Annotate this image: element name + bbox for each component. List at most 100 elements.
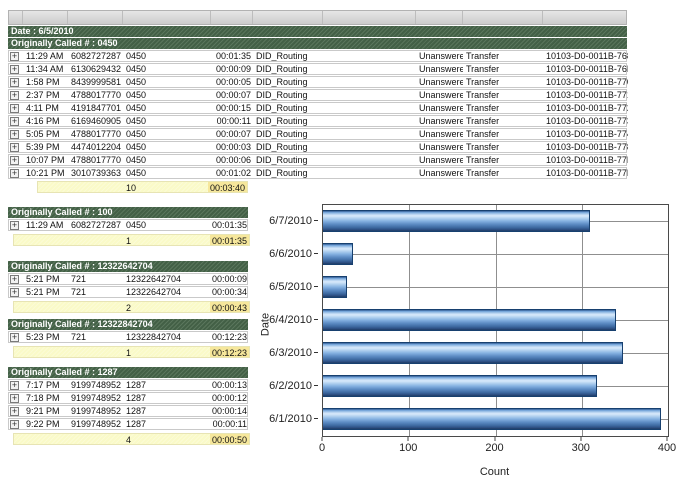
horizontal-gridline — [323, 287, 668, 288]
cell-called: 0450 — [123, 103, 211, 113]
expand-plus-icon[interactable]: + — [10, 221, 19, 230]
y-tick-mark — [314, 286, 318, 287]
cell-duration: 00:00:14 — [211, 406, 249, 416]
cell-answered: Unanswered — [416, 64, 463, 74]
expand-cell: + — [9, 220, 23, 230]
expand-plus-icon[interactable]: + — [10, 78, 19, 87]
cell-called: 0450 — [123, 90, 211, 100]
y-tick-mark — [314, 253, 318, 254]
cell-global-call-id: 10103-D0-0011B-771 — [543, 90, 628, 100]
cell-time: 5:21 PM — [23, 287, 68, 297]
cell-calling-party: 721 — [68, 332, 123, 342]
cell-acd-name: DID_Routing — [253, 51, 323, 61]
ytick-row: 6/3/2010 — [250, 336, 318, 369]
group-summary-row: 1 00:12:23 — [13, 346, 250, 358]
column-header — [463, 11, 543, 24]
table-row[interactable]: + 9:22 PM 9199748952 1287 00:00:11 — [8, 418, 248, 430]
cell-time: 5:39 PM — [23, 142, 68, 152]
cell-calling-party: 9199748952 — [68, 406, 123, 416]
table-row[interactable]: + 11:29 AM 6082727287 0450 00:01:35 DID_… — [8, 50, 627, 62]
table-row[interactable]: + 5:39 PM 4474012204 0450 00:00:03 DID_R… — [8, 141, 627, 153]
table-row[interactable]: + 4:11 PM 4191847701 0450 00:00:15 DID_R… — [8, 102, 627, 114]
cell-agent — [323, 77, 416, 87]
group-summary-row: 2 00:00:43 — [13, 301, 250, 313]
table-row[interactable]: + 11:29 AM 6082727287 0450 00:01:35 — [8, 219, 248, 231]
table-row[interactable]: + 9:21 PM 9199748952 1287 00:00:14 — [8, 405, 248, 417]
ytick-row: 6/7/2010 — [250, 204, 318, 237]
cell-answered: Unanswered — [416, 51, 463, 61]
table-row[interactable]: + 10:07 PM 4788017770 0450 00:00:06 DID_… — [8, 154, 627, 166]
expand-plus-icon[interactable]: + — [10, 381, 19, 390]
expand-plus-icon[interactable]: + — [10, 394, 19, 403]
expand-plus-icon[interactable]: + — [10, 420, 19, 429]
expand-plus-icon[interactable]: + — [10, 156, 19, 165]
called-group-row: Originally Called # : 0450 — [8, 38, 627, 49]
table-row[interactable]: + 10:21 PM 3010739363 0450 00:01:02 DID_… — [8, 167, 627, 179]
expand-plus-icon[interactable]: + — [10, 65, 19, 74]
table-row[interactable]: + 5:05 PM 4788017770 0450 00:00:07 DID_R… — [8, 128, 627, 140]
table-row[interactable]: + 1:58 PM 8439999581 0450 00:00:05 DID_R… — [8, 76, 627, 88]
group-header-label: Originally Called # : 12322842704 — [8, 319, 153, 329]
date-group-label: Date : 6/5/2010 — [8, 26, 74, 36]
expand-cell: + — [9, 103, 23, 113]
bar-6/6/2010 — [323, 243, 353, 265]
cell-duration: 00:00:11 — [211, 116, 253, 126]
column-header — [416, 11, 463, 24]
table-row[interactable]: + 5:21 PM 721 12322642704 00:00:09 — [8, 273, 248, 285]
expand-plus-icon[interactable]: + — [10, 91, 19, 100]
ytick-row: 6/5/2010 — [250, 270, 318, 303]
cell-called: 0450 — [123, 168, 211, 178]
horizontal-gridline — [323, 254, 668, 255]
cell-called: 1287 — [123, 419, 211, 429]
cell-calling-party: 6169460905 — [68, 116, 123, 126]
cell-acd-name: DID_Routing — [253, 90, 323, 100]
cell-answered: Unanswered — [416, 90, 463, 100]
group-summary-row: 1 00:01:35 — [13, 234, 250, 246]
expand-cell: + — [9, 129, 23, 139]
cell-agent — [323, 129, 416, 139]
cell-action: Transfer — [463, 77, 543, 87]
cell-acd-name: DID_Routing — [253, 116, 323, 126]
expand-plus-icon[interactable]: + — [10, 275, 19, 284]
expand-plus-icon[interactable]: + — [10, 117, 19, 126]
expand-plus-icon[interactable]: + — [10, 407, 19, 416]
cell-acd-name: DID_Routing — [253, 103, 323, 113]
cell-called: 0450 — [123, 142, 211, 152]
table-row[interactable]: + 7:18 PM 9199748952 1287 00:00:12 — [8, 392, 248, 404]
cell-time: 1:58 PM — [23, 77, 68, 87]
expand-plus-icon[interactable]: + — [10, 169, 19, 178]
cell-time: 4:11 PM — [23, 103, 68, 113]
cell-global-call-id: 10103-D0-0011B-77F — [543, 168, 628, 178]
cell-time: 9:22 PM — [23, 419, 68, 429]
table-row[interactable]: + 4:16 PM 6169460905 0450 00:00:11 DID_R… — [8, 115, 627, 127]
group-table-12322842704: Originally Called # : 12322842704 + 5:23… — [8, 318, 248, 358]
cell-answered: Unanswered — [416, 155, 463, 165]
x-tick-mark — [408, 437, 409, 441]
cell-duration: 00:00:05 — [211, 77, 253, 87]
column-header — [9, 11, 23, 24]
cell-calling-party: 8439999581 — [68, 77, 123, 87]
cell-duration: 00:00:34 — [211, 287, 249, 297]
expand-cell: + — [9, 142, 23, 152]
expand-plus-icon[interactable]: + — [10, 104, 19, 113]
table-row[interactable]: + 11:34 AM 6130629432 0450 00:00:09 DID_… — [8, 63, 627, 75]
x-tick-label: 200 — [485, 442, 503, 454]
cell-time: 7:17 PM — [23, 380, 68, 390]
cell-answered: Unanswered — [416, 116, 463, 126]
table-row[interactable]: + 5:23 PM 721 12322842704 00:12:23 — [8, 331, 248, 343]
cell-duration: 00:00:07 — [211, 129, 253, 139]
table-row[interactable]: + 2:37 PM 4788017770 0450 00:00:07 DID_R… — [8, 89, 627, 101]
expand-plus-icon[interactable]: + — [10, 333, 19, 342]
expand-plus-icon[interactable]: + — [10, 130, 19, 139]
table-row[interactable]: + 7:17 PM 9199748952 1287 00:00:13 — [8, 379, 248, 391]
bar-6/2/2010 — [323, 375, 597, 397]
cell-duration: 00:00:07 — [211, 90, 253, 100]
expand-plus-icon[interactable]: + — [10, 288, 19, 297]
cell-time: 9:21 PM — [23, 406, 68, 416]
cell-calling-party: 4474012204 — [68, 142, 123, 152]
x-tick-mark — [580, 437, 581, 441]
expand-plus-icon[interactable]: + — [10, 52, 19, 61]
table-row[interactable]: + 5:21 PM 721 12322642704 00:00:34 — [8, 286, 248, 298]
cell-calling-party: 3010739363 — [68, 168, 123, 178]
expand-plus-icon[interactable]: + — [10, 143, 19, 152]
